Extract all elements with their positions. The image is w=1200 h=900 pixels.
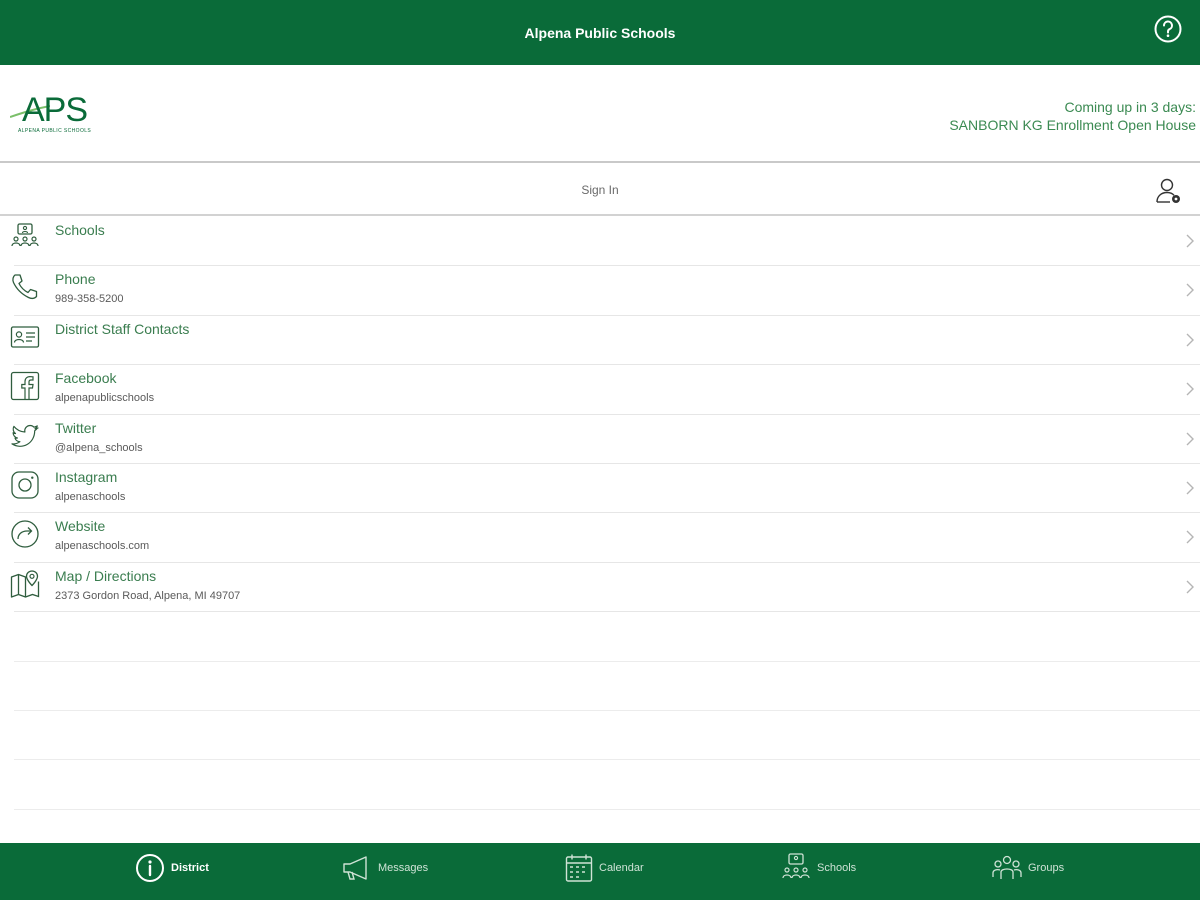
upcoming-event[interactable]: Coming up in 3 days: SANBORN KG Enrollme… <box>949 98 1196 134</box>
chevron-right-icon <box>1186 530 1194 549</box>
list-item-district-staff-contacts[interactable]: District Staff Contacts <box>10 316 1200 366</box>
list-item-subtitle: 2373 Gordon Road, Alpena, MI 49707 <box>55 589 241 602</box>
schools-icon <box>10 223 40 253</box>
user-settings-icon[interactable] <box>1154 176 1184 211</box>
help-icon[interactable] <box>1153 14 1183 44</box>
list-item-title: Instagram <box>55 468 118 485</box>
list-item-subtitle: 989-358-5200 <box>55 293 124 306</box>
list-item-title: District Staff Contacts <box>55 320 190 337</box>
tab-district[interactable]: District <box>135 852 209 884</box>
chevron-right-icon <box>1186 234 1194 253</box>
list-item-facebook[interactable]: Facebook alpenapublicschools <box>10 365 1200 415</box>
twitter-icon <box>10 421 40 451</box>
top-bar: Alpena Public Schools <box>0 0 1200 65</box>
sign-in-label[interactable]: Sign In <box>581 183 618 197</box>
list-item-title: Website <box>55 518 106 535</box>
empty-row <box>14 612 1200 662</box>
info-icon <box>136 854 164 882</box>
empty-row <box>14 711 1200 761</box>
district-info-list: Schools Phone 989-358-5200 District Staf… <box>0 217 1200 810</box>
schools-icon <box>782 853 810 879</box>
list-item-twitter[interactable]: Twitter @alpena_schools <box>11 415 1200 464</box>
phone-icon <box>10 272 40 302</box>
chevron-right-icon <box>1186 382 1194 401</box>
contact-card-icon <box>10 322 40 352</box>
district-logo: APS ALPENA PUBLIC SCHOOLS <box>10 93 100 137</box>
district-header: APS ALPENA PUBLIC SCHOOLS Coming up in 3… <box>0 65 1200 163</box>
list-item-schools[interactable]: Schools <box>11 217 1200 267</box>
list-item-map-directions[interactable]: Map / Directions 2373 Gordon Road, Alpen… <box>10 563 1200 613</box>
chevron-right-icon <box>1186 580 1194 599</box>
logo-subtext: ALPENA PUBLIC SCHOOLS <box>18 128 92 134</box>
tab-label: Schools <box>817 862 857 874</box>
instagram-icon <box>10 470 40 500</box>
megaphone-icon <box>343 856 367 880</box>
list-item-title: Schools <box>55 222 105 238</box>
tab-messages[interactable]: Messages <box>342 852 428 884</box>
chevron-right-icon <box>1186 283 1194 302</box>
bottom-tab-bar: District Messages Calendar Schools Group… <box>0 843 1200 900</box>
logo-text: APS <box>22 91 88 129</box>
tab-calendar[interactable]: Calendar <box>565 852 644 884</box>
facebook-icon <box>10 371 40 401</box>
website-icon <box>10 519 40 549</box>
tab-label: Groups <box>1028 862 1065 874</box>
tab-groups[interactable]: Groups <box>992 852 1064 884</box>
list-item-subtitle: alpenapublicschools <box>55 392 155 405</box>
sign-in-bar[interactable]: Sign In <box>0 165 1200 216</box>
list-item-title: Map / Directions <box>55 567 157 584</box>
list-item-website[interactable]: Website alpenaschools.com <box>11 513 1200 563</box>
groups-icon <box>992 855 1022 879</box>
upcoming-countdown: Coming up in 3 days: <box>1064 99 1196 115</box>
list-item-title: Phone <box>55 271 96 288</box>
tab-label: Messages <box>378 862 429 874</box>
list-item-title: Facebook <box>55 370 117 387</box>
upcoming-event-title: SANBORN KG Enrollment Open House <box>949 117 1196 133</box>
calendar-icon <box>565 854 593 882</box>
list-item-subtitle: @alpena_schools <box>55 441 143 454</box>
empty-row <box>14 662 1200 711</box>
chevron-right-icon <box>1186 333 1194 352</box>
empty-row <box>14 760 1200 810</box>
app-title: Alpena Public Schools <box>524 24 676 41</box>
list-item-instagram[interactable]: Instagram alpenaschools <box>11 464 1200 514</box>
list-item-subtitle: alpenaschools <box>55 490 126 503</box>
tab-label: Calendar <box>599 862 644 874</box>
list-item-phone[interactable]: Phone 989-358-5200 <box>12 266 1200 316</box>
tab-label: District <box>171 862 209 874</box>
tab-schools[interactable]: Schools <box>781 852 856 884</box>
list-item-subtitle: alpenaschools.com <box>55 540 150 553</box>
map-icon <box>10 569 40 599</box>
chevron-right-icon <box>1186 481 1194 500</box>
chevron-right-icon <box>1186 432 1194 451</box>
list-item-title: Twitter <box>55 419 97 436</box>
